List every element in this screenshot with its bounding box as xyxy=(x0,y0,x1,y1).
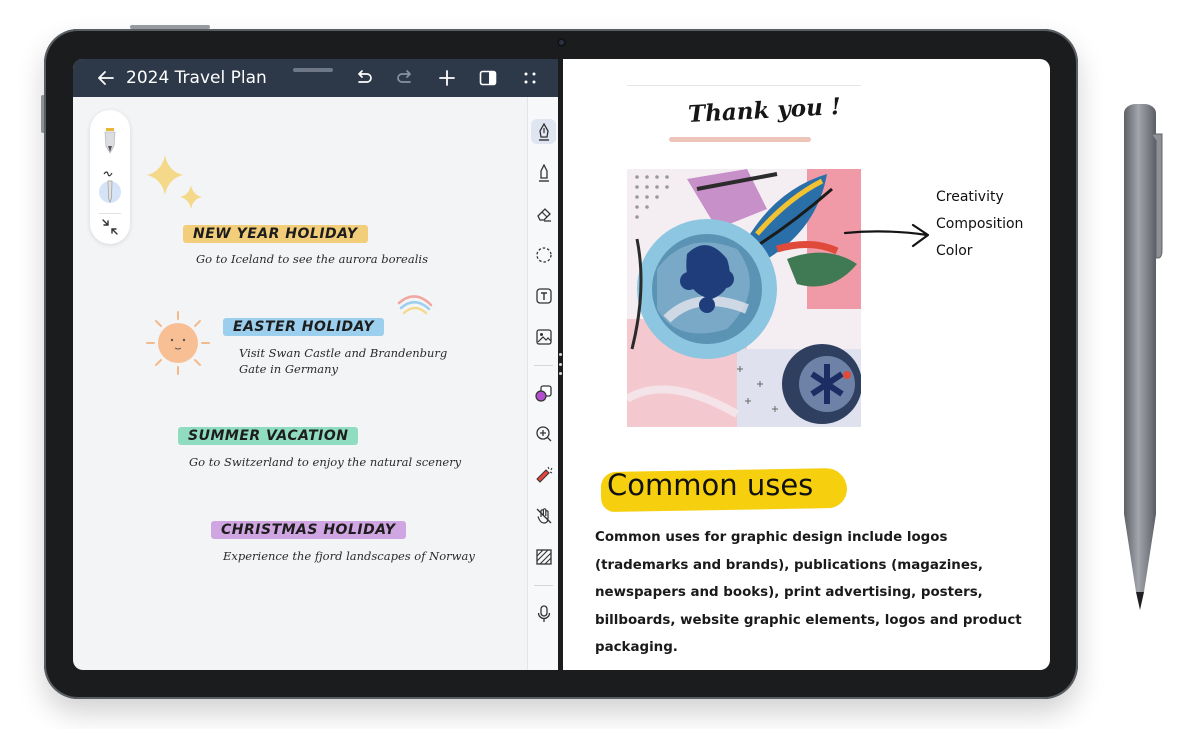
fountain-pen-icon[interactable] xyxy=(531,119,556,144)
more-icon[interactable] xyxy=(517,59,543,97)
collapse-icon[interactable] xyxy=(100,217,120,237)
thank-you-underline xyxy=(669,137,811,142)
rail-separator xyxy=(534,365,553,366)
tool-rail xyxy=(527,97,559,670)
note-title-new-year[interactable]: NEW YEAR HOLIDAY xyxy=(183,225,368,243)
label-composition: Composition xyxy=(936,216,1024,232)
rail-separator xyxy=(534,585,553,586)
add-icon[interactable] xyxy=(434,59,460,97)
back-arrow-icon[interactable] xyxy=(93,59,119,97)
document-view: Thank you ! Creativity Composition Color… xyxy=(563,59,1050,670)
note-canvas[interactable]: NEW YEAR HOLIDAY Go to Iceland to see th… xyxy=(73,97,527,670)
body-paragraph: Common uses for graphic design include l… xyxy=(595,530,1022,655)
note-text-easter-line1[interactable]: Visit Swan Castle and Brandenburg xyxy=(239,346,447,361)
text-box-icon[interactable] xyxy=(531,283,556,308)
note-title-summer[interactable]: SUMMER VACATION xyxy=(178,427,359,445)
note-text-summer[interactable]: Go to Switzerland to enjoy the natural s… xyxy=(189,455,461,470)
front-camera xyxy=(557,38,566,47)
panel-separator xyxy=(99,213,121,214)
hand-icon[interactable] xyxy=(531,503,556,528)
note-title-christmas[interactable]: CHRISTMAS HOLIDAY xyxy=(211,521,406,539)
note-text-easter-line2[interactable]: Gate in Germany xyxy=(239,362,338,377)
redo-icon[interactable] xyxy=(392,59,418,97)
lasso-icon[interactable] xyxy=(531,242,556,267)
split-view-icon[interactable] xyxy=(475,59,501,97)
eraser-icon[interactable] xyxy=(531,201,556,226)
label-color: Color xyxy=(936,243,973,259)
rainbow-doodle xyxy=(395,285,435,315)
note-text-new-year[interactable]: Go to Iceland to see the aurora borealis xyxy=(196,252,428,267)
tablet-screen: 2024 Travel Plan NEW YEAR HOLIDAY Go to … xyxy=(73,59,1050,670)
arrow-doodle xyxy=(841,219,933,251)
window-drag-handle[interactable] xyxy=(293,68,333,72)
shape-icon[interactable] xyxy=(531,380,556,405)
section-heading: Common uses xyxy=(607,468,814,502)
note-title-easter[interactable]: EASTER HOLIDAY xyxy=(223,318,384,336)
label-creativity: Creativity xyxy=(936,189,1004,205)
pencil-icon[interactable] xyxy=(531,160,556,185)
stylus-pen xyxy=(1118,100,1168,615)
document-title: 2024 Travel Plan xyxy=(126,68,267,88)
divider-grip[interactable] xyxy=(559,353,562,375)
texture-icon[interactable] xyxy=(531,544,556,569)
microphone-icon[interactable] xyxy=(531,601,556,626)
sparkle-doodle xyxy=(145,153,210,218)
quick-tool-panel xyxy=(90,110,130,244)
notes-app: 2024 Travel Plan NEW YEAR HOLIDAY Go to … xyxy=(73,59,559,670)
pen-icon[interactable] xyxy=(100,128,120,154)
title-bar: 2024 Travel Plan xyxy=(73,59,558,97)
artwork-labels: Creativity Composition Color xyxy=(936,187,1023,268)
flower-artwork xyxy=(627,169,861,427)
highlighter-icon[interactable] xyxy=(531,462,556,487)
zoom-icon[interactable] xyxy=(531,421,556,446)
image-icon[interactable] xyxy=(531,324,556,349)
pencil-icon[interactable] xyxy=(96,168,124,208)
undo-icon[interactable] xyxy=(351,59,377,97)
sun-doodle xyxy=(145,310,211,376)
note-text-christmas[interactable]: Experience the fjord landscapes of Norwa… xyxy=(223,549,475,564)
